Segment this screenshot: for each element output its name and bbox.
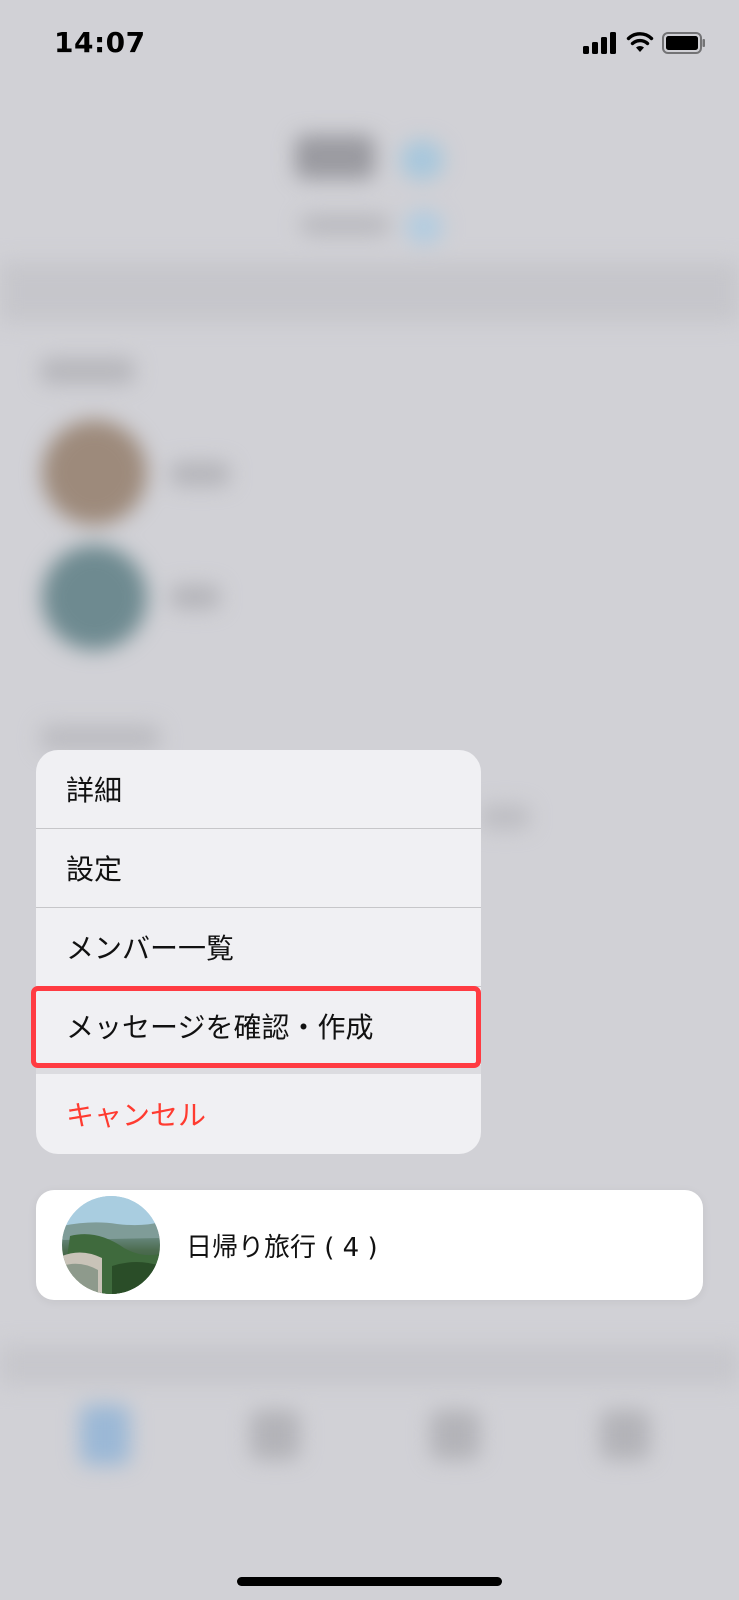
group-preview-card[interactable]: 日帰り旅行 ( 4 ) bbox=[36, 1190, 703, 1300]
wifi-icon bbox=[626, 32, 654, 52]
action-menu: 詳細 設定 メンバー一覧 メッセージを確認・作成 キャンセル bbox=[36, 750, 481, 1154]
cancel-button[interactable]: キャンセル bbox=[36, 1074, 481, 1154]
landscape-photo-icon bbox=[62, 1196, 160, 1294]
cellular-signal-icon bbox=[583, 32, 619, 54]
menu-item-label: 設定 bbox=[66, 853, 123, 886]
menu-item-details[interactable]: 詳細 bbox=[36, 750, 481, 828]
menu-item-settings[interactable]: 設定 bbox=[36, 829, 481, 907]
group-avatar bbox=[62, 1196, 160, 1294]
highlight-box bbox=[31, 986, 481, 1068]
status-bar: 14:07 bbox=[0, 0, 739, 90]
menu-item-member-list[interactable]: メンバー一覧 bbox=[36, 908, 481, 986]
battery-icon bbox=[662, 32, 705, 54]
menu-item-label: メンバー一覧 bbox=[66, 932, 235, 965]
home-indicator[interactable] bbox=[237, 1577, 502, 1586]
cancel-label: キャンセル bbox=[66, 1099, 207, 1132]
group-name: 日帰り旅行 ( 4 ) bbox=[186, 1233, 378, 1263]
status-time: 14:07 bbox=[54, 26, 146, 59]
menu-item-label: 詳細 bbox=[66, 774, 123, 807]
